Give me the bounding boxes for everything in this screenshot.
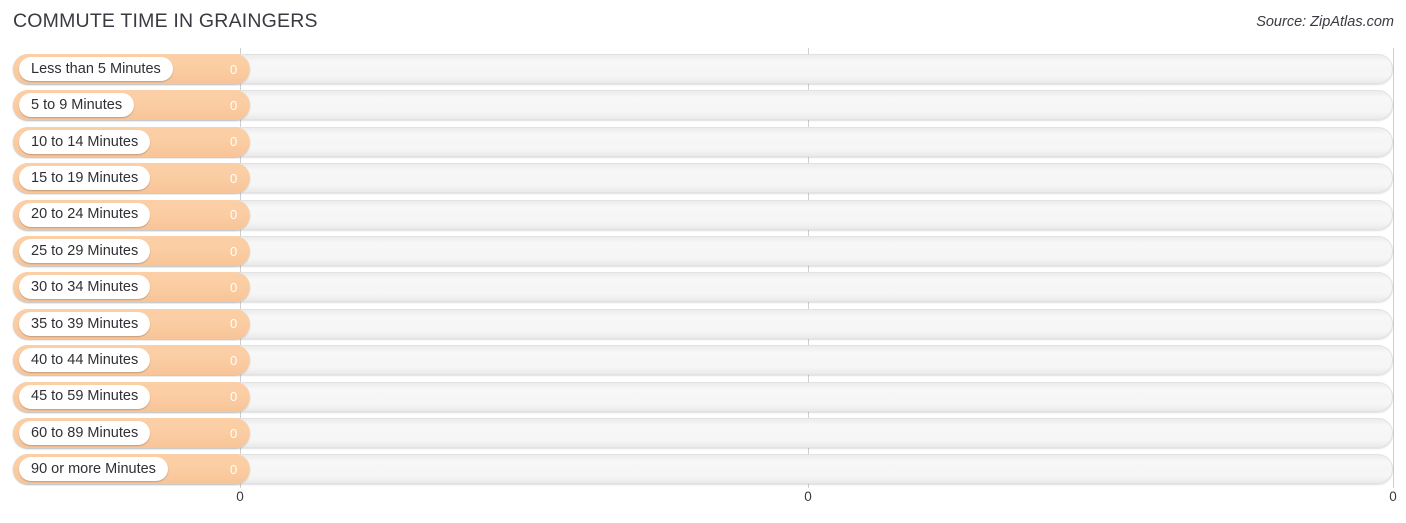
bar-value-label: 0 — [230, 316, 238, 332]
bar-value-label: 0 — [230, 170, 238, 186]
x-axis-tick-label: 0 — [1389, 489, 1397, 504]
bar-value-label: 0 — [230, 134, 238, 150]
bar-value-label: 0 — [230, 352, 238, 368]
bar-category-label-text: 35 to 39 Minutes — [31, 315, 139, 332]
x-axis-tick-label: 0 — [804, 489, 812, 504]
bar-value-label: 0 — [230, 425, 238, 441]
bar-category-label-text: 10 to 14 Minutes — [31, 133, 139, 150]
plot-area: Less than 5 Minutes 0 5 to 9 Minutes 0 10 to… — [0, 48, 1406, 488]
bar-row[interactable]: 25 to 29 Minutes 0 — [0, 236, 1406, 266]
bar-row[interactable]: 5 to 9 Minutes 0 — [0, 90, 1406, 121]
bar-value-label: 0 — [230, 461, 238, 477]
bar-value-label: 0 — [230, 207, 238, 223]
bar-category-label: 40 to 44 Minutes — [19, 348, 151, 373]
bar-row[interactable]: 20 to 24 Minutes 0 — [0, 199, 1406, 230]
bar-row[interactable]: 40 to 44 Minutes 0 — [0, 345, 1406, 376]
bar-category-label: 90 or more Minutes — [19, 457, 168, 482]
bar-value-label: 0 — [230, 61, 238, 77]
bar-category-label: Less than 5 Minutes — [19, 57, 173, 81]
bar-category-label: 30 to 34 Minutes — [19, 275, 151, 300]
x-axis-tick-labels: 0 0 0 — [0, 489, 1406, 511]
bar-category-label: 20 to 24 Minutes — [19, 202, 151, 227]
bar-category-label-text: 20 to 24 Minutes — [31, 206, 139, 223]
bar-category-label: 15 to 19 Minutes — [19, 166, 151, 191]
bar-category-label-text: 30 to 34 Minutes — [31, 279, 139, 296]
bar-row[interactable]: Less than 5 Minutes 0 — [0, 54, 1406, 84]
bar-category-label-text: 90 or more Minutes — [31, 461, 156, 478]
bar-row[interactable]: 10 to 14 Minutes 0 — [0, 126, 1406, 157]
bar-category-label-text: 25 to 29 Minutes — [31, 242, 139, 259]
page-title: COMMUTE TIME IN GRAINGERS — [13, 10, 318, 32]
bar-category-label: 10 to 14 Minutes — [19, 129, 151, 154]
bar-category-label-text: 5 to 9 Minutes — [31, 97, 123, 114]
chart-container: COMMUTE TIME IN GRAINGERS Source: ZipAtl… — [0, 0, 1406, 523]
bar-category-label-text: 40 to 44 Minutes — [31, 351, 139, 368]
bar-category-label-text: 45 to 59 Minutes — [31, 388, 139, 405]
bar-category-label-text: Less than 5 Minutes — [31, 60, 161, 77]
x-axis-tick-label: 0 — [236, 489, 244, 504]
bar-row[interactable]: 15 to 19 Minutes 0 — [0, 163, 1406, 194]
bar-row[interactable]: 30 to 34 Minutes 0 — [0, 272, 1406, 303]
bar-category-label: 25 to 29 Minutes — [19, 239, 151, 263]
bar-category-label: 45 to 59 Minutes — [19, 384, 151, 409]
bar-value-label: 0 — [230, 389, 238, 405]
bar-category-label-text: 60 to 89 Minutes — [31, 424, 139, 441]
bar-row[interactable]: 90 or more Minutes 0 — [0, 454, 1406, 485]
bar-category-label: 5 to 9 Minutes — [19, 93, 135, 118]
bar-row[interactable]: 45 to 59 Minutes 0 — [0, 381, 1406, 412]
bar-value-label: 0 — [230, 243, 238, 259]
bar-category-label: 35 to 39 Minutes — [19, 311, 151, 336]
bar-value-label: 0 — [230, 279, 238, 295]
source-attribution: Source: ZipAtlas.com — [1256, 14, 1394, 30]
bar-row[interactable]: 60 to 89 Minutes 0 — [0, 418, 1406, 448]
bar-row[interactable]: 35 to 39 Minutes 0 — [0, 308, 1406, 339]
bar-category-label: 60 to 89 Minutes — [19, 421, 151, 445]
bar-category-label-text: 15 to 19 Minutes — [31, 169, 139, 186]
bar-value-label: 0 — [230, 97, 238, 113]
